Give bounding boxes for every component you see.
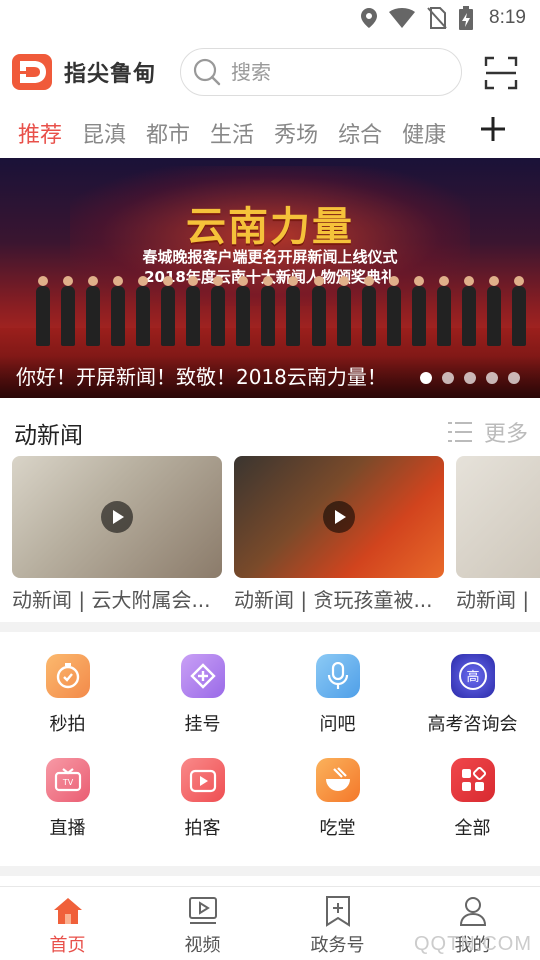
carousel-dot[interactable] [420, 372, 432, 384]
no-sim-icon [427, 7, 447, 29]
all-apps-icon [450, 758, 495, 802]
tab-city[interactable]: 都市 [146, 117, 190, 149]
tab-life[interactable]: 生活 [210, 117, 254, 149]
nav-video[interactable]: 视频 [135, 887, 270, 960]
gaokao-icon: 高 [450, 654, 495, 698]
service-ask[interactable]: 问吧 [270, 640, 405, 740]
service-live[interactable]: TV 直播 [0, 744, 135, 844]
bowl-icon [315, 758, 360, 802]
video-list: 动新闻 | 云大附属会... 动新闻 | 贪玩孩童被... 动新闻 | [0, 456, 540, 616]
tab-general[interactable]: 综合 [338, 117, 382, 149]
video-section-header: 动新闻 更多 [0, 408, 540, 452]
wifi-icon [389, 8, 416, 28]
banner-headline: 云南力量 [186, 203, 354, 250]
video-card[interactable]: 动新闻 | 贪玩孩童被... [234, 456, 444, 613]
status-bar: 8:19 [0, 0, 540, 36]
service-label: 直播 [49, 818, 86, 839]
video-card[interactable]: 动新闻 | [456, 456, 540, 613]
category-tabs: 推荐 昆滇 都市 生活 秀场 综合 健康 [0, 110, 540, 156]
home-icon [53, 898, 82, 924]
profile-icon [459, 897, 486, 926]
video-thumbnail [456, 456, 540, 578]
video-title: 动新闻 | [456, 588, 530, 612]
carousel-dot[interactable] [508, 372, 520, 384]
banner-people [36, 276, 526, 346]
section-divider [0, 866, 540, 876]
news-banner-carousel[interactable]: 云南力量 春城晚报客户端更名开屏新闻上线仪式 2018年度云南十大新闻人物颁奖典… [0, 158, 540, 398]
play-icon[interactable] [101, 501, 133, 533]
section-title: 动新闻 [14, 423, 83, 449]
nav-label: 政务号 [310, 935, 365, 956]
services-grid: 秒拍 挂号 问吧 高 高考咨询会 TV 直播 拍客 吃堂 全部 [0, 640, 540, 860]
nav-label: 首页 [49, 935, 86, 956]
search-bar[interactable] [180, 48, 462, 96]
tab-show[interactable]: 秀场 [274, 117, 318, 149]
carousel-dot[interactable] [464, 372, 476, 384]
service-label: 全部 [454, 818, 491, 839]
banner-subtitle-1: 春城晚报客户端更名开屏新闻上线仪式 [142, 248, 398, 266]
service-label: 秒拍 [49, 714, 86, 735]
service-paike[interactable]: 拍客 [135, 744, 270, 844]
tab-health[interactable]: 健康 [402, 117, 446, 149]
bookmark-plus-icon [325, 896, 350, 927]
more-button[interactable]: 更多 [447, 416, 528, 448]
app-logo-icon[interactable] [12, 52, 56, 92]
video-thumbnail [12, 456, 222, 578]
play-icon[interactable] [323, 501, 355, 533]
status-time: 8:19 [489, 7, 526, 28]
more-label: 更多 [483, 422, 528, 447]
carousel-dot[interactable] [442, 372, 454, 384]
service-miaopai[interactable]: 秒拍 [0, 640, 135, 740]
plus-icon[interactable] [480, 116, 506, 142]
watermark: QQTN.COM [414, 933, 532, 955]
service-label: 问吧 [319, 714, 356, 735]
service-label: 挂号 [184, 714, 221, 735]
search-input[interactable] [231, 60, 431, 84]
svg-text:高: 高 [466, 669, 479, 685]
video-clip-icon [180, 758, 225, 802]
service-register[interactable]: 挂号 [135, 640, 270, 740]
banner-caption: 你好！开屏新闻！致敬！2018云南力量！ [16, 365, 387, 389]
nav-label: 视频 [184, 935, 221, 956]
section-divider [0, 622, 540, 632]
service-label: 拍客 [184, 818, 221, 839]
battery-charging-icon [459, 6, 474, 30]
location-icon [361, 8, 378, 28]
service-label: 高考咨询会 [427, 714, 518, 735]
tab-recommend[interactable]: 推荐 [18, 117, 62, 149]
carousel-indicator [420, 372, 520, 384]
app-header: 指尖鲁甸 [0, 46, 540, 102]
video-title: 动新闻 | 云大附属会... [12, 588, 211, 612]
video-icon [188, 897, 217, 924]
service-gaokao[interactable]: 高 高考咨询会 [405, 640, 540, 740]
app-title: 指尖鲁甸 [64, 62, 157, 87]
microphone-icon [315, 654, 360, 698]
service-label: 吃堂 [319, 818, 356, 839]
scan-icon[interactable] [484, 56, 518, 90]
video-card[interactable]: 动新闻 | 云大附属会... [12, 456, 222, 613]
nav-gov[interactable]: 政务号 [270, 887, 405, 960]
search-icon [193, 58, 221, 86]
carousel-dot[interactable] [486, 372, 498, 384]
stopwatch-icon [45, 654, 90, 698]
video-thumbnail [234, 456, 444, 578]
service-chitang[interactable]: 吃堂 [270, 744, 405, 844]
svg-text:TV: TV [61, 778, 73, 787]
tab-kundian[interactable]: 昆滇 [82, 117, 126, 149]
register-plus-icon [180, 654, 225, 698]
nav-home[interactable]: 首页 [0, 887, 135, 960]
service-all[interactable]: 全部 [405, 744, 540, 844]
video-title: 动新闻 | 贪玩孩童被... [234, 588, 433, 612]
list-icon [447, 422, 472, 442]
tv-icon: TV [45, 758, 90, 802]
